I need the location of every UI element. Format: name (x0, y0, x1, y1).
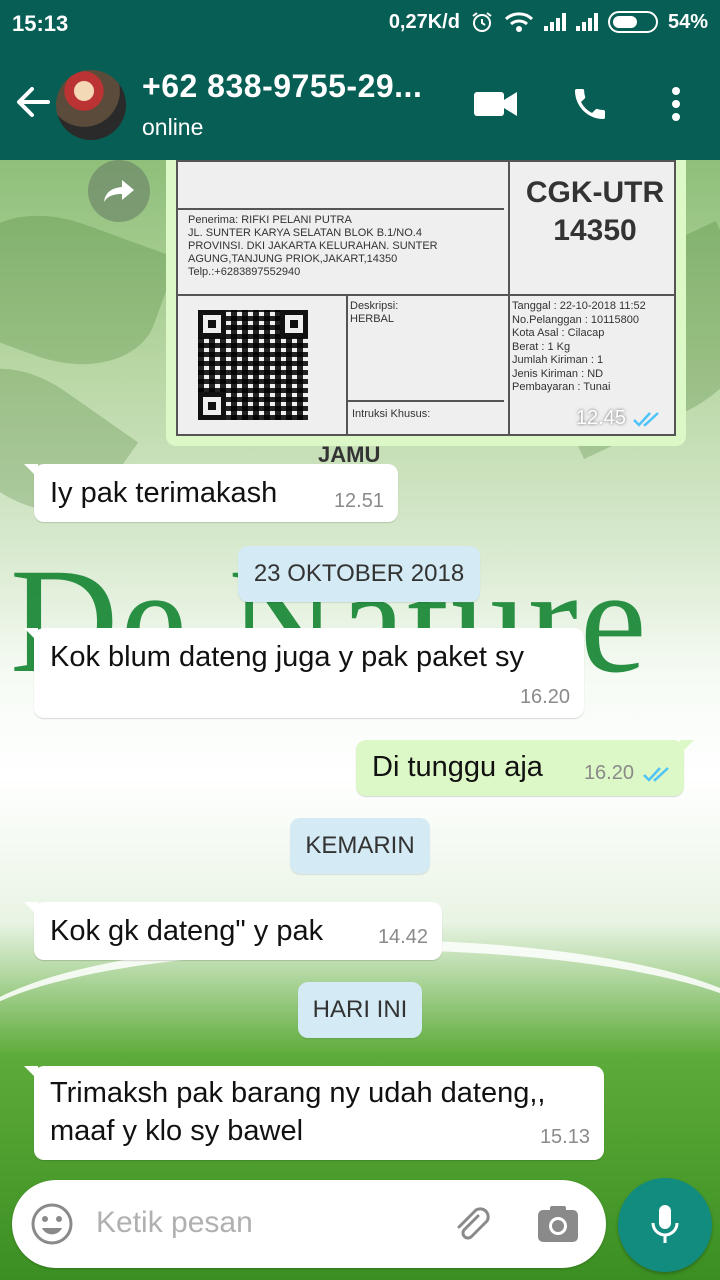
message-input[interactable]: Ketik pesan (96, 1206, 253, 1240)
message-timestamp: 16.20 (584, 762, 672, 785)
incoming-message[interactable]: Iy pak terimakash 12.51 (24, 464, 398, 522)
message-text: Kok blum dateng juga y pak paket sy (50, 641, 524, 673)
message-timestamp: 15.13 (539, 1126, 590, 1148)
read-receipt-icon (643, 766, 669, 782)
message-text: Trimaksh pak barang ny udah dateng,, maa… (50, 1077, 546, 1147)
more-options-icon[interactable] (666, 86, 686, 122)
forward-icon (104, 180, 134, 202)
image-message[interactable]: CGK-UTR 14350 Penerima: RIFKI PELANI PUT… (166, 160, 686, 446)
qr-code (198, 310, 308, 420)
background-leaf (0, 190, 178, 390)
battery-level: 54% (667, 10, 708, 33)
message-text: Di tunggu aja (372, 751, 543, 783)
date-divider: KEMARIN (290, 818, 430, 874)
chat-header: +62 838-9755-29... online (0, 48, 720, 160)
read-receipt-icon (633, 411, 659, 427)
message-timestamp: 16.20 (519, 686, 570, 708)
incoming-message[interactable]: Kok gk dateng" y pak 14.42 (24, 902, 442, 960)
wifi-icon (504, 12, 533, 32)
date-divider: 23 OKTOBER 2018 (238, 546, 480, 602)
label-instruction: Intruksi Khusus: (352, 408, 431, 420)
status-bar: 15:13 0,27K/d 54% (0, 0, 720, 48)
label-description: Deskripsi: HERBAL (350, 300, 399, 325)
date-divider: HARI INI (298, 982, 422, 1038)
message-timestamp: 12.51 (333, 490, 384, 512)
alarm-icon (472, 12, 492, 32)
forward-button[interactable] (88, 160, 150, 222)
label-recipient: Penerima: RIFKI PELANI PUTRA JL. SUNTER … (188, 214, 438, 278)
phone-call-icon[interactable] (570, 84, 610, 124)
message-input-bar: Ketik pesan (12, 1180, 606, 1268)
message-timestamp: 14.42 (377, 926, 428, 948)
label-route-code: CGK-UTR 14350 (525, 176, 665, 247)
video-call-icon[interactable] (474, 90, 518, 118)
incoming-message[interactable]: Trimaksh pak barang ny udah dateng,, maa… (24, 1066, 604, 1160)
back-arrow-icon[interactable] (12, 82, 52, 122)
message-timestamp: 12.45 (576, 407, 662, 430)
contact-name[interactable]: +62 838-9755-29... (142, 68, 422, 105)
camera-icon[interactable] (536, 1204, 580, 1244)
microphone-icon (651, 1205, 679, 1243)
status-time: 15:13 (12, 11, 69, 36)
message-text: Iy pak terimakash (50, 477, 278, 509)
voice-record-button[interactable] (618, 1178, 712, 1272)
message-text: Kok gk dateng" y pak (50, 915, 324, 947)
signal-icon (575, 13, 598, 31)
attach-icon[interactable] (448, 1202, 492, 1246)
signal-icon (543, 13, 566, 31)
emoji-icon[interactable] (30, 1202, 74, 1246)
label-meta: Tanggal : 22-10-2018 11:52 No.Pelanggan … (512, 300, 646, 393)
incoming-message[interactable]: Kok blum dateng juga y pak paket sy 16.2… (24, 628, 584, 718)
outgoing-message[interactable]: Di tunggu aja 16.20 (356, 740, 694, 796)
shipping-label-image: CGK-UTR 14350 Penerima: RIFKI PELANI PUT… (176, 160, 676, 436)
status-icons: 0,27K/d 54% (389, 10, 708, 34)
battery-icon (607, 11, 658, 33)
contact-avatar[interactable] (56, 70, 126, 140)
contact-status: online (142, 114, 204, 140)
network-speed: 0,27K/d (388, 10, 460, 33)
